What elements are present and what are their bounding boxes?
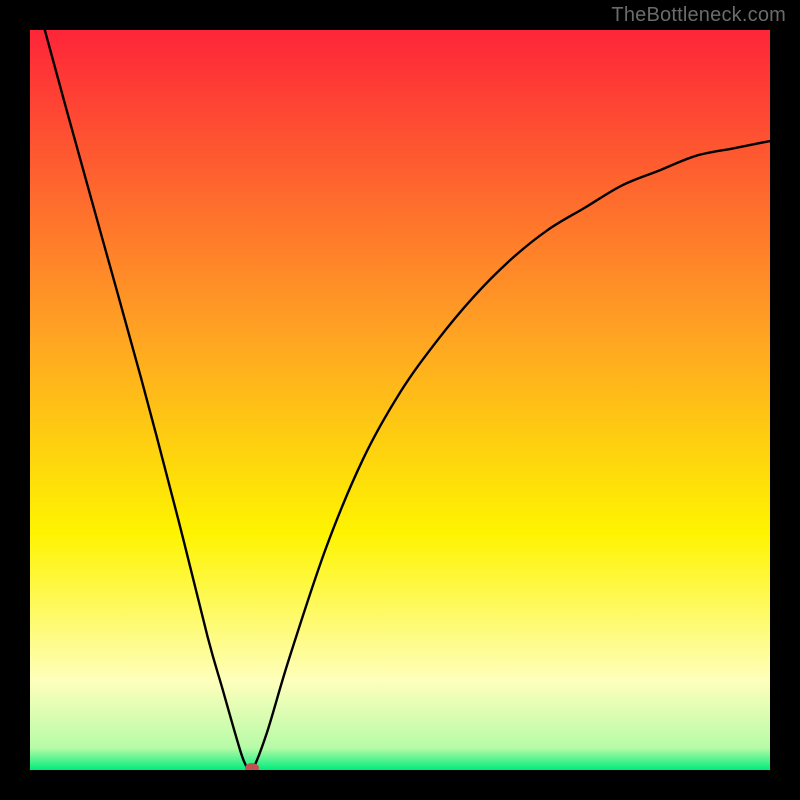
chart-container: TheBottleneck.com <box>0 0 800 800</box>
gradient-background <box>30 30 770 770</box>
plot-area <box>30 30 770 770</box>
chart-svg <box>30 30 770 770</box>
watermark-text: TheBottleneck.com <box>611 4 786 27</box>
